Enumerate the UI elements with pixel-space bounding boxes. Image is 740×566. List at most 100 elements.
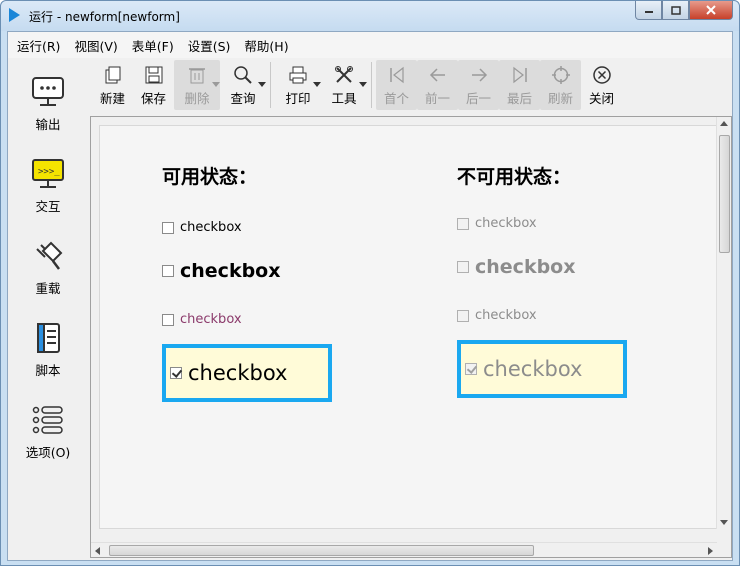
- close-circle-icon: [591, 64, 613, 86]
- close-button[interactable]: 关闭: [581, 60, 622, 110]
- menu-run[interactable]: 运行(R): [10, 36, 67, 55]
- scroll-down-arrow-icon[interactable]: [720, 520, 728, 525]
- maximize-icon: [670, 5, 681, 15]
- disabled-state-heading: 不可用状态：: [457, 166, 572, 188]
- last-record-icon: [509, 64, 531, 86]
- sidebar: 输出 >>>_ 交互 重载 脚本 选项(O): [8, 62, 88, 502]
- last-record-label: 最后: [506, 91, 532, 106]
- checkbox-box-checked: [465, 363, 477, 375]
- new-button[interactable]: 新建: [92, 60, 133, 110]
- client-area: 运行(R) 视图(V) 表单(F) 设置(S) 帮助(H) 新建 保存 删除 查…: [7, 31, 733, 561]
- enabled-checkbox-bold[interactable]: checkbox: [162, 260, 280, 282]
- tools-dropdown-arrow-icon[interactable]: [359, 82, 367, 87]
- enabled-checkbox-highlighted[interactable]: checkbox: [162, 344, 332, 402]
- sidebar-label-options: 选项(O): [25, 445, 71, 460]
- print-dropdown-arrow-icon[interactable]: [313, 82, 321, 87]
- arrow-left-icon: [427, 64, 449, 86]
- sidebar-item-script[interactable]: 脚本: [8, 318, 88, 390]
- trash-icon: [186, 64, 208, 86]
- menu-form[interactable]: 表单(F): [125, 36, 181, 55]
- terminal-icon: >>>_: [28, 154, 68, 194]
- enabled-state-heading: 可用状态：: [162, 166, 258, 188]
- sidebar-item-reload[interactable]: 重载: [8, 236, 88, 308]
- checkbox-label: checkbox: [188, 361, 288, 385]
- sidebar-item-options[interactable]: 选项(O): [8, 400, 88, 472]
- horizontal-scrollbar[interactable]: [91, 542, 717, 557]
- sidebar-item-output[interactable]: 输出: [8, 72, 88, 144]
- menu-settings[interactable]: 设置(S): [181, 36, 238, 55]
- sidebar-label-interact: 交互: [35, 199, 61, 214]
- sidebar-label-reload: 重载: [35, 281, 61, 296]
- delete-button[interactable]: 删除: [174, 60, 220, 110]
- app-window: 运行 - newform[newform] 运行(R) 视图(V) 表单(F) …: [0, 0, 740, 566]
- close-label: 关闭: [588, 91, 614, 106]
- query-dropdown-arrow-icon[interactable]: [258, 82, 266, 87]
- svg-text:>>>_: >>>_: [38, 167, 60, 177]
- checkbox-box-checked[interactable]: [170, 367, 182, 379]
- query-button[interactable]: 查询: [220, 60, 266, 110]
- first-record-button[interactable]: 首个: [376, 60, 417, 110]
- previous-record-label: 前一: [424, 91, 450, 106]
- sidebar-label-script: 脚本: [35, 363, 61, 378]
- sidebar-label-output: 输出: [35, 117, 61, 132]
- next-record-label: 后一: [465, 91, 491, 106]
- menu-help[interactable]: 帮助(H): [237, 36, 295, 55]
- checkbox-box[interactable]: [162, 265, 174, 277]
- refresh-label: 刷新: [547, 91, 573, 106]
- tools-icon: [333, 64, 355, 86]
- checkbox-label: checkbox: [475, 256, 576, 278]
- title-bar[interactable]: 运行 - newform[newform]: [1, 1, 739, 31]
- last-record-button[interactable]: 最后: [499, 60, 540, 110]
- first-record-icon: [386, 64, 408, 86]
- script-book-icon: [28, 318, 68, 358]
- disabled-checkbox-small: checkbox: [457, 216, 537, 231]
- horizontal-scroll-thumb[interactable]: [109, 545, 534, 556]
- toolbar: 新建 保存 删除 查询 打印 工具 首个 前一 后一 最后 刷新 关闭: [92, 60, 622, 112]
- vertical-scroll-thumb[interactable]: [719, 135, 730, 253]
- query-label: 查询: [230, 91, 256, 106]
- toolbar-separator: [270, 62, 271, 108]
- new-document-icon: [102, 64, 124, 86]
- checkbox-box[interactable]: [162, 221, 174, 234]
- search-icon: [232, 64, 254, 86]
- refresh-button[interactable]: 刷新: [540, 60, 581, 110]
- checkbox-box[interactable]: [162, 313, 174, 326]
- enabled-checkbox-small[interactable]: checkbox: [162, 220, 242, 235]
- refresh-icon: [550, 64, 572, 86]
- tools-label: 工具: [331, 91, 357, 106]
- enabled-checkbox-colored[interactable]: checkbox: [162, 312, 242, 327]
- checkbox-label: checkbox: [483, 357, 583, 381]
- list-options-icon: [28, 400, 68, 440]
- new-label: 新建: [99, 91, 125, 106]
- form-canvas: 可用状态： 不可用状态： checkbox checkbox checkbox: [99, 125, 719, 529]
- checkbox-box: [457, 261, 469, 273]
- delete-dropdown-arrow-icon[interactable]: [212, 82, 220, 87]
- print-button[interactable]: 打印: [275, 60, 321, 110]
- printer-icon: [287, 64, 309, 86]
- save-button[interactable]: 保存: [133, 60, 174, 110]
- next-record-button[interactable]: 后一: [458, 60, 499, 110]
- disabled-checkbox-plain: checkbox: [457, 308, 537, 323]
- print-label: 打印: [285, 91, 311, 106]
- app-play-icon: [9, 8, 20, 22]
- sidebar-item-interact[interactable]: >>>_ 交互: [8, 154, 88, 226]
- toolbar-separator: [371, 62, 372, 108]
- checkbox-label: checkbox: [180, 220, 242, 235]
- scroll-right-arrow-icon[interactable]: [708, 547, 713, 555]
- previous-record-button[interactable]: 前一: [417, 60, 458, 110]
- vertical-scrollbar[interactable]: [716, 117, 731, 529]
- save-label: 保存: [140, 91, 166, 106]
- close-window-button[interactable]: [689, 1, 733, 20]
- form-frame: 可用状态： 不可用状态： checkbox checkbox checkbox: [90, 116, 732, 558]
- tools-button[interactable]: 工具: [321, 60, 367, 110]
- scroll-up-arrow-icon[interactable]: [720, 121, 728, 126]
- checkbox-label: checkbox: [475, 308, 537, 323]
- checkbox-box: [457, 217, 469, 230]
- menu-bar: 运行(R) 视图(V) 表单(F) 设置(S) 帮助(H): [8, 32, 732, 58]
- maximize-button[interactable]: [662, 1, 689, 20]
- checkbox-box: [457, 309, 469, 322]
- window-title: 运行 - newform[newform]: [29, 10, 180, 24]
- minimize-button[interactable]: [635, 1, 662, 20]
- menu-view[interactable]: 视图(V): [67, 36, 124, 55]
- scroll-left-arrow-icon[interactable]: [95, 547, 100, 555]
